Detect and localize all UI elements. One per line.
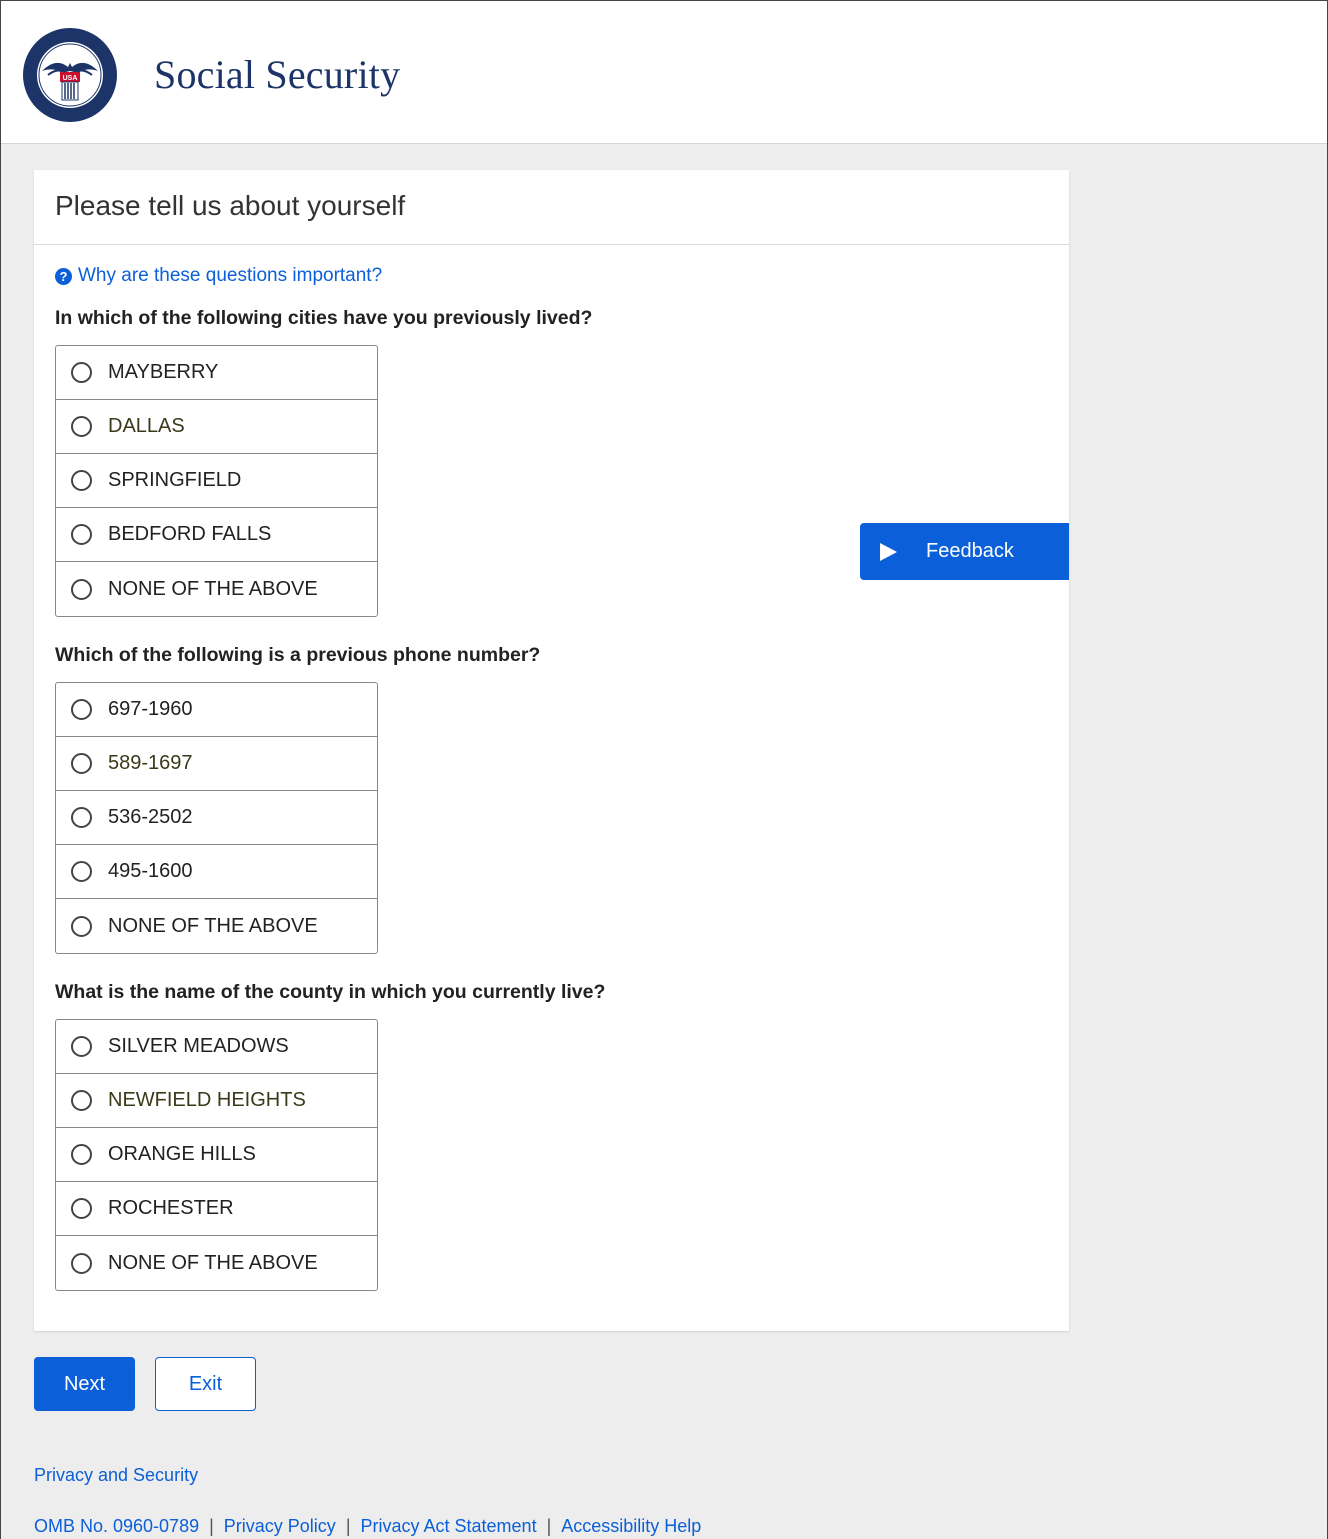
question-label: In which of the following cities have yo… [55,307,593,329]
radio-option[interactable]: NEWFIELD HEIGHTS [56,1074,377,1128]
footer-separator: | [546,1516,552,1536]
radio-button[interactable] [71,470,92,491]
radio-option[interactable]: ORANGE HILLS [56,1128,377,1182]
option-label: NONE OF THE ABOVE [108,914,318,937]
radio-button[interactable] [71,861,92,882]
option-label: 536-2502 [108,806,193,828]
radio-option[interactable]: NONE OF THE ABOVE [56,899,377,953]
question-label: What is the name of the county in which … [55,981,606,1003]
radio-option[interactable]: NONE OF THE ABOVE [56,562,377,616]
option-label: SPRINGFIELD [108,469,242,491]
brand-name: Social Security [154,52,401,97]
option-label: 495-1600 [108,860,193,882]
feedback-button[interactable]: Feedback [860,523,1069,580]
privacy-act-link[interactable]: Privacy Act Statement [361,1516,537,1536]
radio-button[interactable] [71,524,92,545]
option-label: SILVER MEADOWS [108,1035,289,1057]
accessibility-help-link[interactable]: Accessibility Help [561,1516,701,1536]
next-button[interactable]: Next [34,1357,135,1411]
ssa-seal-icon[interactable]: USA [22,27,118,123]
svg-text:USA: USA [63,75,78,82]
footer-separator: | [209,1516,214,1536]
option-label: MAYBERRY [108,361,219,383]
privacy-policy-link[interactable]: Privacy Policy [224,1516,336,1536]
footer-links: OMB No. 0960-0789 | Privacy Policy | Privacy… [34,1516,701,1537]
radio-button[interactable] [71,1252,92,1274]
radio-button[interactable] [71,362,92,383]
footer-separator: | [345,1516,351,1536]
radio-option[interactable]: DALLAS [56,400,377,454]
radio-option[interactable]: NONE OF THE ABOVE [56,1236,377,1290]
question-circle-icon: ? [55,267,72,285]
radio-group-cities: MAYBERRY DALLAS SPRINGFIELD BEDFORD FALL… [55,345,378,617]
radio-group-county: SILVER MEADOWS NEWFIELD HEIGHTS ORANGE H… [55,1019,378,1291]
radio-group-phone: 697-1960 589-1697 536-2502 495-1600 NONE… [55,682,378,954]
radio-button[interactable] [71,1144,92,1165]
option-label: 589-1697 [108,752,193,774]
question-phone: Which of the following is a previous pho… [55,644,540,954]
radio-option[interactable]: BEDFORD FALLS [56,508,377,562]
page-title: Please tell us about yourself [55,190,406,221]
radio-option[interactable]: 536-2502 [56,791,377,845]
radio-button[interactable] [71,753,92,774]
identity-questions-card: Please tell us about yourself ? Why are … [34,170,1069,1331]
radio-option[interactable]: 495-1600 [56,845,377,899]
radio-option[interactable]: MAYBERRY [56,346,377,400]
omb-link[interactable]: OMB No. 0960-0789 [34,1516,199,1536]
radio-button[interactable] [71,699,92,720]
radio-option[interactable]: 589-1697 [56,737,377,791]
radio-option[interactable]: 697-1960 [56,683,377,737]
option-label: 697-1960 [108,698,193,720]
question-county: What is the name of the county in which … [55,981,605,1291]
option-label: NONE OF THE ABOVE [108,1251,318,1274]
play-icon [880,542,897,561]
option-label: NONE OF THE ABOVE [108,577,318,600]
privacy-security-link[interactable]: Privacy and Security [34,1465,198,1486]
option-label: DALLAS [108,415,185,437]
radio-option[interactable]: ROCHESTER [56,1182,377,1236]
radio-button[interactable] [71,1090,92,1111]
radio-option[interactable]: SILVER MEADOWS [56,1020,377,1074]
radio-option[interactable]: SPRINGFIELD [56,454,377,508]
radio-button[interactable] [71,578,92,600]
radio-button[interactable] [71,915,92,937]
radio-button[interactable] [71,1036,92,1057]
help-link[interactable]: ? Why are these questions important? [55,265,382,287]
site-header: USA Social Security [1,1,1327,144]
exit-button[interactable]: Exit [155,1357,256,1411]
radio-button[interactable] [71,807,92,828]
card-header: Please tell us about yourself [34,170,1069,245]
radio-button[interactable] [71,1198,92,1219]
feedback-label: Feedback [926,540,1014,562]
question-label: Which of the following is a previous pho… [55,644,541,666]
option-label: ROCHESTER [108,1197,234,1219]
radio-button[interactable] [71,416,92,437]
option-label: ORANGE HILLS [108,1143,256,1165]
question-cities: In which of the following cities have yo… [55,307,592,617]
option-label: NEWFIELD HEIGHTS [108,1089,306,1111]
option-label: BEDFORD FALLS [108,523,272,545]
help-link-label: Why are these questions important? [78,265,383,286]
